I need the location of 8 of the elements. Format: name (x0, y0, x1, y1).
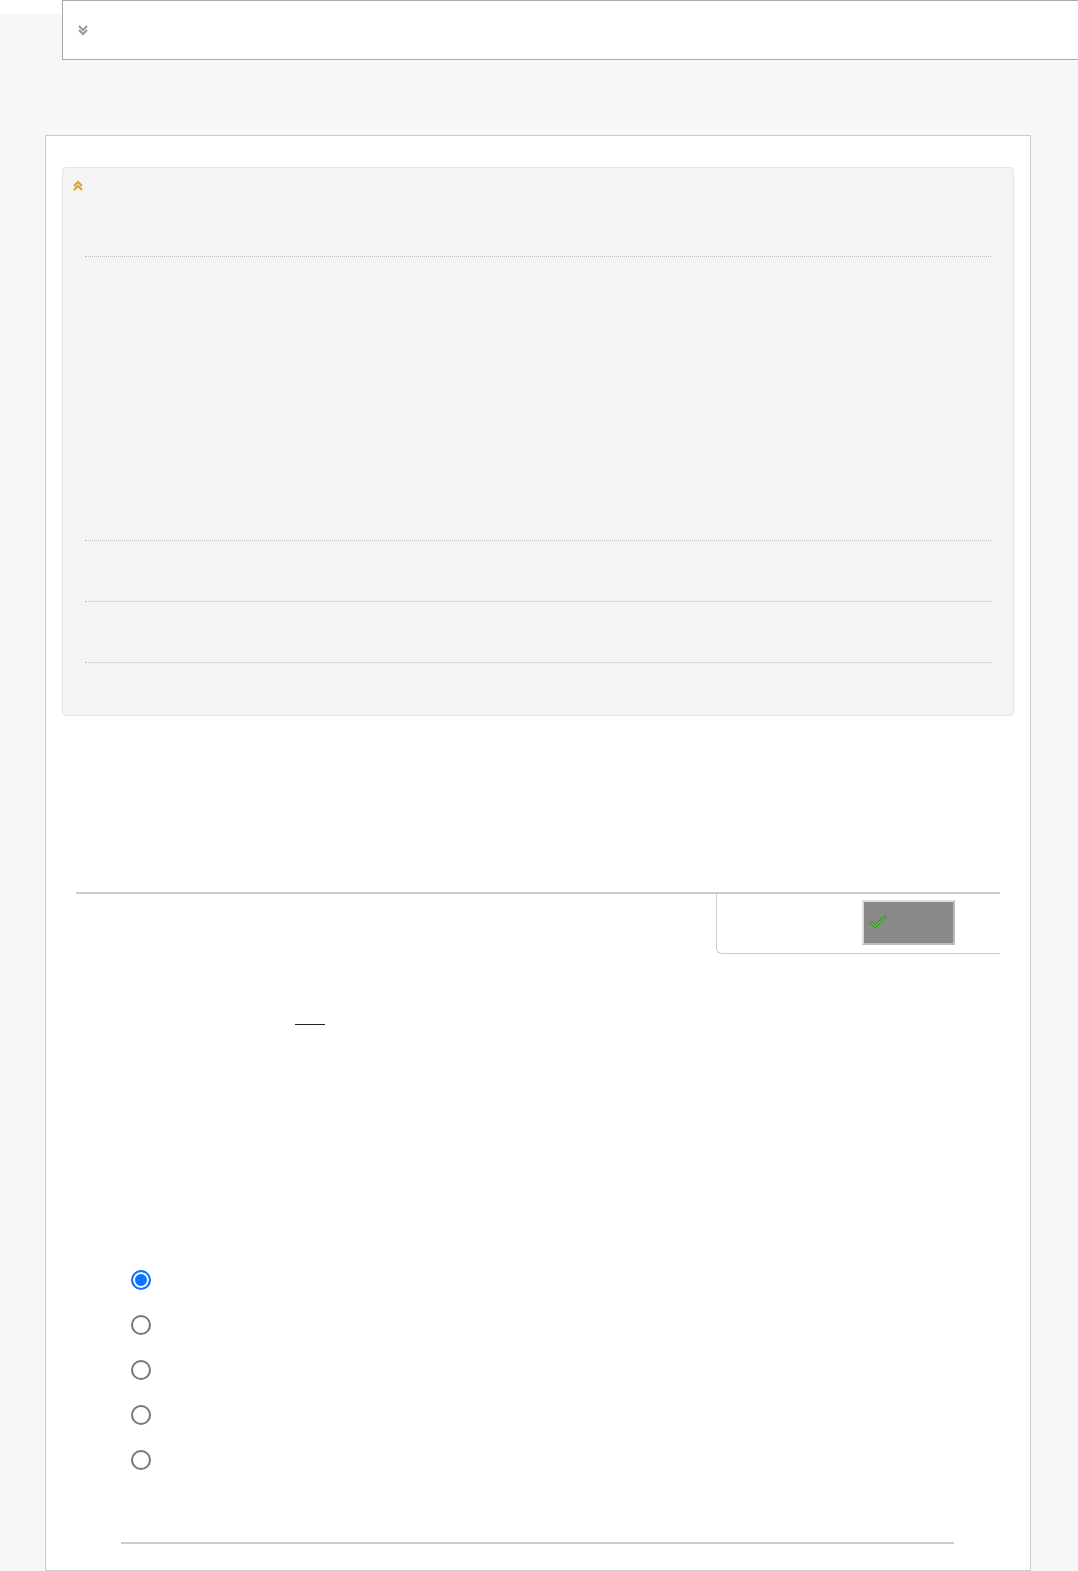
double-chevron-icon[interactable] (77, 24, 89, 36)
radio-button[interactable] (131, 1450, 151, 1470)
radio-button[interactable] (131, 1360, 151, 1380)
checkmark-icon (869, 914, 887, 931)
radio-button[interactable] (131, 1405, 151, 1425)
radio-button[interactable] (131, 1315, 151, 1335)
radio-button[interactable] (131, 1270, 151, 1290)
confirm-button[interactable] (862, 900, 955, 945)
